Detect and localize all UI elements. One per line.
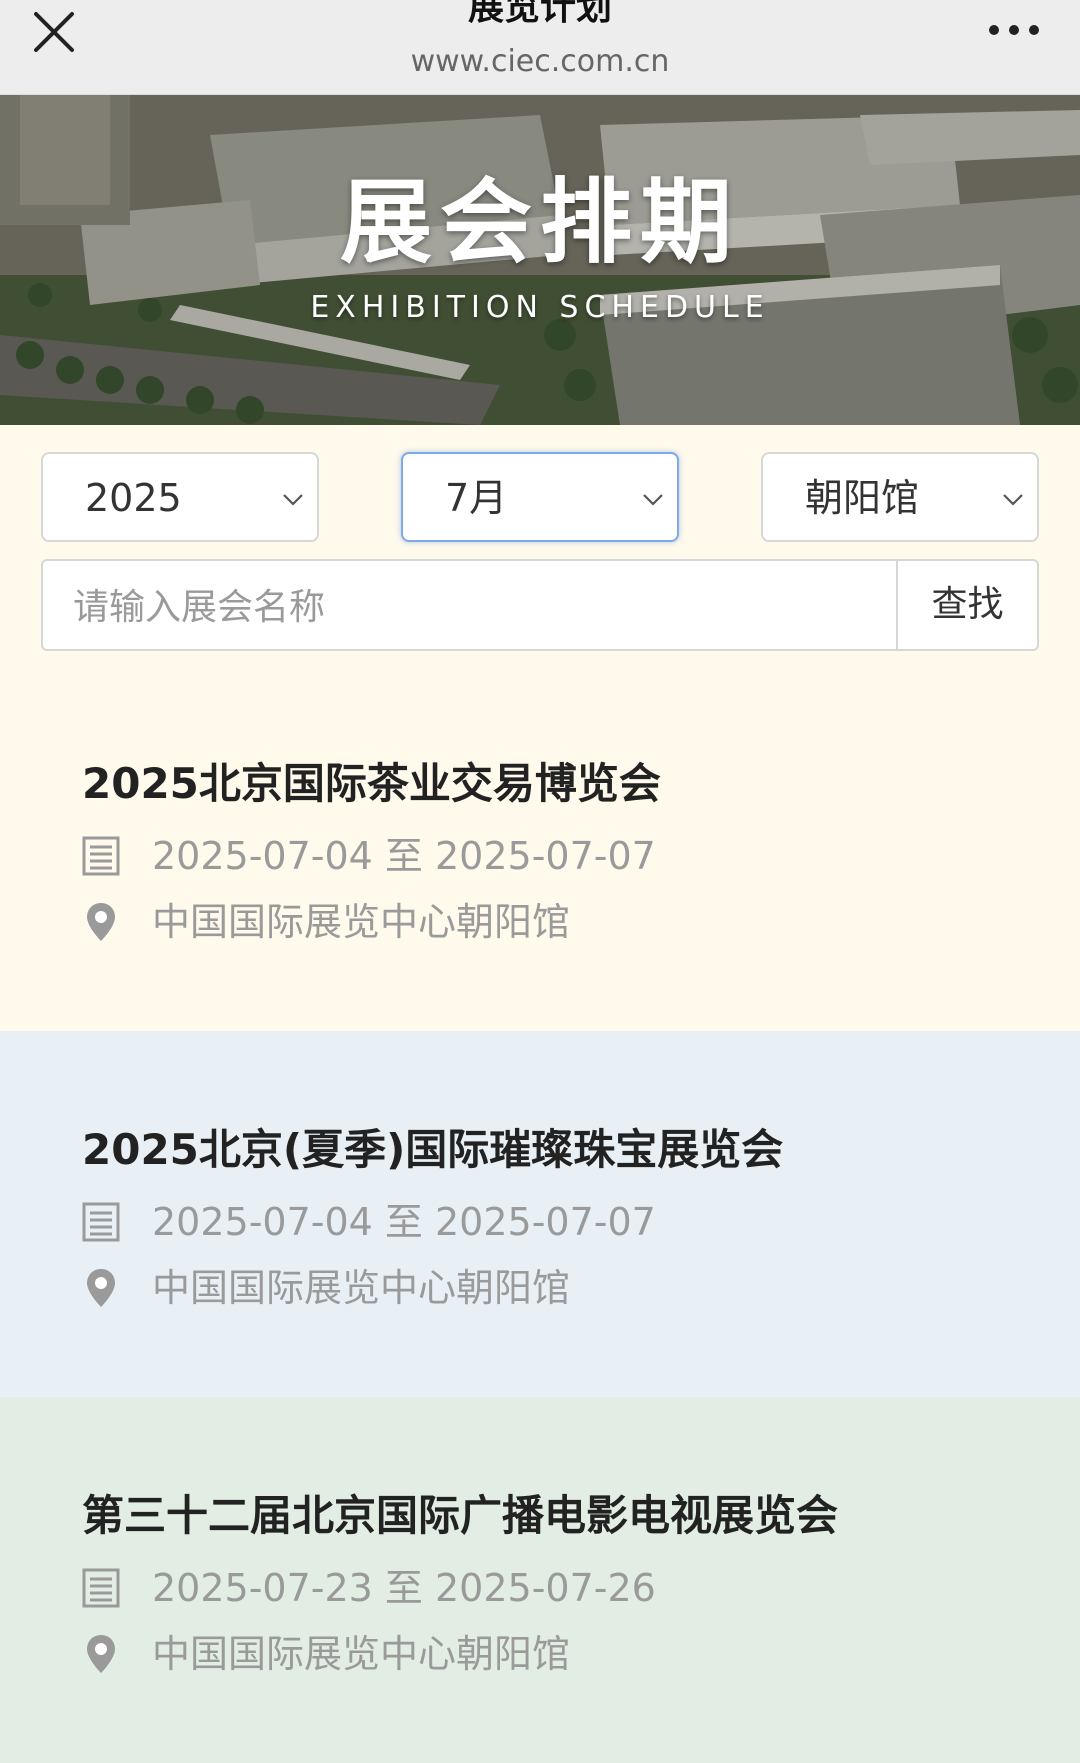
month-select[interactable]: 7月 <box>401 452 679 542</box>
event-dates: 2025-07-23 至 2025-07-26 <box>152 1566 656 1610</box>
event-dates: 2025-07-04 至 2025-07-07 <box>152 1200 656 1244</box>
event-title: 2025北京(夏季)国际璀璨珠宝展览会 <box>82 1125 784 1174</box>
calendar-list-icon <box>82 836 120 876</box>
event-dates: 2025-07-04 至 2025-07-07 <box>152 834 656 878</box>
more-options-icon[interactable] <box>984 14 1044 46</box>
event-item[interactable]: 2025北京(夏季)国际璀璨珠宝展览会 2025-07-04 至 2025-07… <box>0 1031 1080 1397</box>
location-pin-icon <box>87 1635 115 1673</box>
month-select-value: 7月 <box>445 476 508 520</box>
year-select[interactable]: 2025 <box>41 452 319 542</box>
event-title: 2025北京国际茶业交易博览会 <box>82 759 661 808</box>
event-title: 第三十二届北京国际广播电影电视展览会 <box>82 1491 839 1540</box>
calendar-list-icon <box>82 1568 120 1608</box>
location-pin-icon <box>87 903 115 941</box>
chevron-down-icon <box>643 494 663 506</box>
search-button[interactable]: 查找 <box>896 559 1039 651</box>
close-icon[interactable] <box>30 8 78 56</box>
banner-subtitle: EXHIBITION SCHEDULE <box>310 290 770 325</box>
venue-select[interactable]: 朝阳馆 <box>761 452 1039 542</box>
event-item[interactable]: 2025北京国际茶业交易博览会 2025-07-04 至 2025-07-07 … <box>0 665 1080 1031</box>
calendar-list-icon <box>82 1202 120 1242</box>
year-select-value: 2025 <box>85 476 182 520</box>
event-item[interactable]: 第三十二届北京国际广播电影电视展览会 2025-07-23 至 2025-07-… <box>0 1397 1080 1763</box>
location-pin-icon <box>87 1269 115 1307</box>
event-location: 中国国际展览中心朝阳馆 <box>152 1266 571 1310</box>
page-url: www.ciec.com.cn <box>410 44 670 79</box>
chevron-down-icon <box>283 494 303 506</box>
search-box <box>41 559 897 651</box>
search-input[interactable] <box>73 583 853 631</box>
venue-select-value: 朝阳馆 <box>805 476 920 520</box>
banner-title: 展会排期 <box>339 169 740 276</box>
event-location: 中国国际展览中心朝阳馆 <box>152 1632 571 1676</box>
chevron-down-icon <box>1003 494 1023 506</box>
top-navigation-bar: 展览计划 www.ciec.com.cn <box>0 0 1080 95</box>
page-title: 展览计划 <box>467 0 612 28</box>
event-location: 中国国际展览中心朝阳馆 <box>152 900 571 944</box>
exhibition-banner: 展会排期 EXHIBITION SCHEDULE <box>0 95 1080 425</box>
